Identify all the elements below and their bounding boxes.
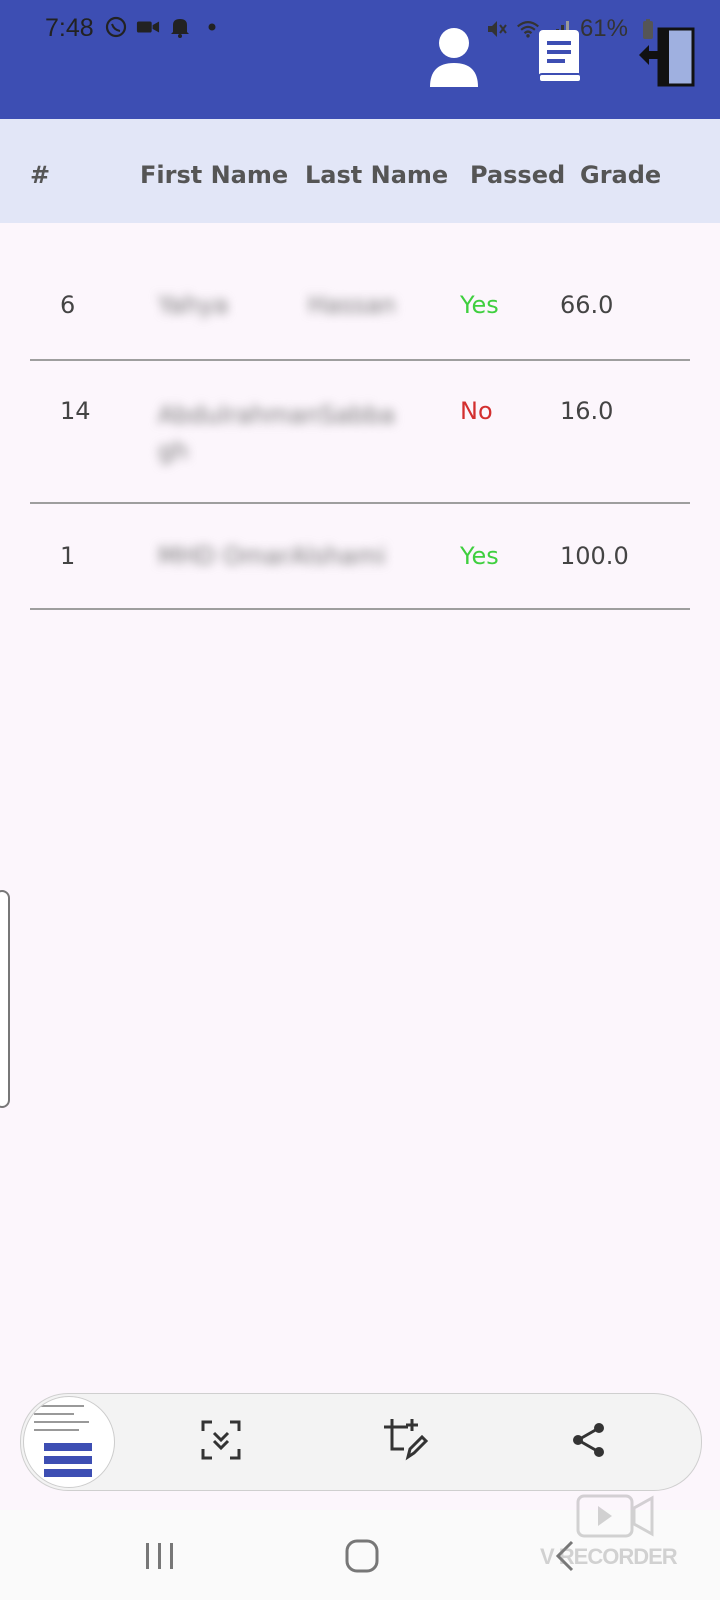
video-recorder-icon — [576, 1494, 654, 1538]
crop-edit-icon — [382, 1417, 429, 1467]
cell-passed: Yes — [460, 542, 499, 570]
first-name-text: Abdulrahman — [158, 401, 320, 429]
app-bar: 7:48 61% — [0, 0, 720, 119]
column-header-grade[interactable]: Grade — [580, 161, 661, 189]
cell-grade: 100.0 — [560, 542, 629, 570]
recent-apps-button[interactable] — [135, 1538, 185, 1578]
table-row[interactable]: 6 Yahya Hassan Yes 66.0 — [30, 223, 690, 361]
status-time: 7:48 — [45, 14, 94, 42]
cell-passed: No — [460, 397, 493, 425]
column-header-id[interactable]: # — [30, 161, 50, 189]
column-header-first-name[interactable]: First Name — [140, 161, 288, 189]
column-header-last-name[interactable]: Last Name — [305, 161, 448, 189]
dot-icon — [200, 15, 224, 39]
column-header-passed[interactable]: Passed — [470, 161, 565, 189]
recent-apps-icon — [143, 1541, 177, 1575]
whatsapp-icon — [104, 15, 128, 39]
cell-grade: 16.0 — [560, 397, 614, 425]
person-icon — [426, 25, 482, 93]
crop-edit-button[interactable] — [382, 1417, 429, 1467]
logout-icon — [635, 25, 697, 93]
mute-icon — [484, 17, 508, 41]
cell-passed: Yes — [460, 291, 499, 319]
cell-last-name: Hassan — [308, 291, 396, 319]
cell-grade: 66.0 — [560, 291, 614, 319]
logout-button[interactable] — [634, 24, 698, 94]
edge-panel-handle[interactable] — [0, 890, 10, 1108]
cell-last-name: Alshami — [290, 542, 386, 570]
screenshot-thumbnail[interactable] — [23, 1396, 115, 1488]
cell-id: 1 — [60, 542, 76, 570]
recorder-watermark: V RECORDER — [540, 1492, 700, 1572]
watermark-text: V RECORDER — [540, 1544, 678, 1569]
status-notification-icons — [104, 15, 224, 39]
profile-button[interactable] — [422, 24, 486, 94]
home-button[interactable] — [337, 1538, 387, 1578]
cell-id: 14 — [60, 397, 91, 425]
video-camera-icon — [136, 15, 160, 39]
cell-first-name: AbdulrahmanSabbagh — [158, 397, 398, 469]
cell-first-name: Yahya — [158, 291, 229, 319]
bell-icon — [168, 15, 192, 39]
table-row[interactable]: 1 MHD Omar Alshami Yes 100.0 — [30, 504, 690, 610]
book-button[interactable] — [528, 24, 592, 94]
cell-id: 6 — [60, 291, 76, 319]
book-icon — [535, 27, 585, 91]
home-icon — [344, 1538, 380, 1578]
table-header: # First Name Last Name Passed Grade — [0, 119, 720, 223]
share-button[interactable] — [567, 1420, 611, 1464]
scroll-capture-button[interactable] — [199, 1420, 243, 1464]
cell-first-name: MHD Omar — [158, 542, 290, 570]
table-row[interactable]: 14 AbdulrahmanSabbagh No 16.0 — [30, 361, 690, 504]
share-icon — [569, 1420, 609, 1464]
scroll-capture-icon — [200, 1419, 242, 1465]
screenshot-toolbar — [20, 1393, 702, 1491]
